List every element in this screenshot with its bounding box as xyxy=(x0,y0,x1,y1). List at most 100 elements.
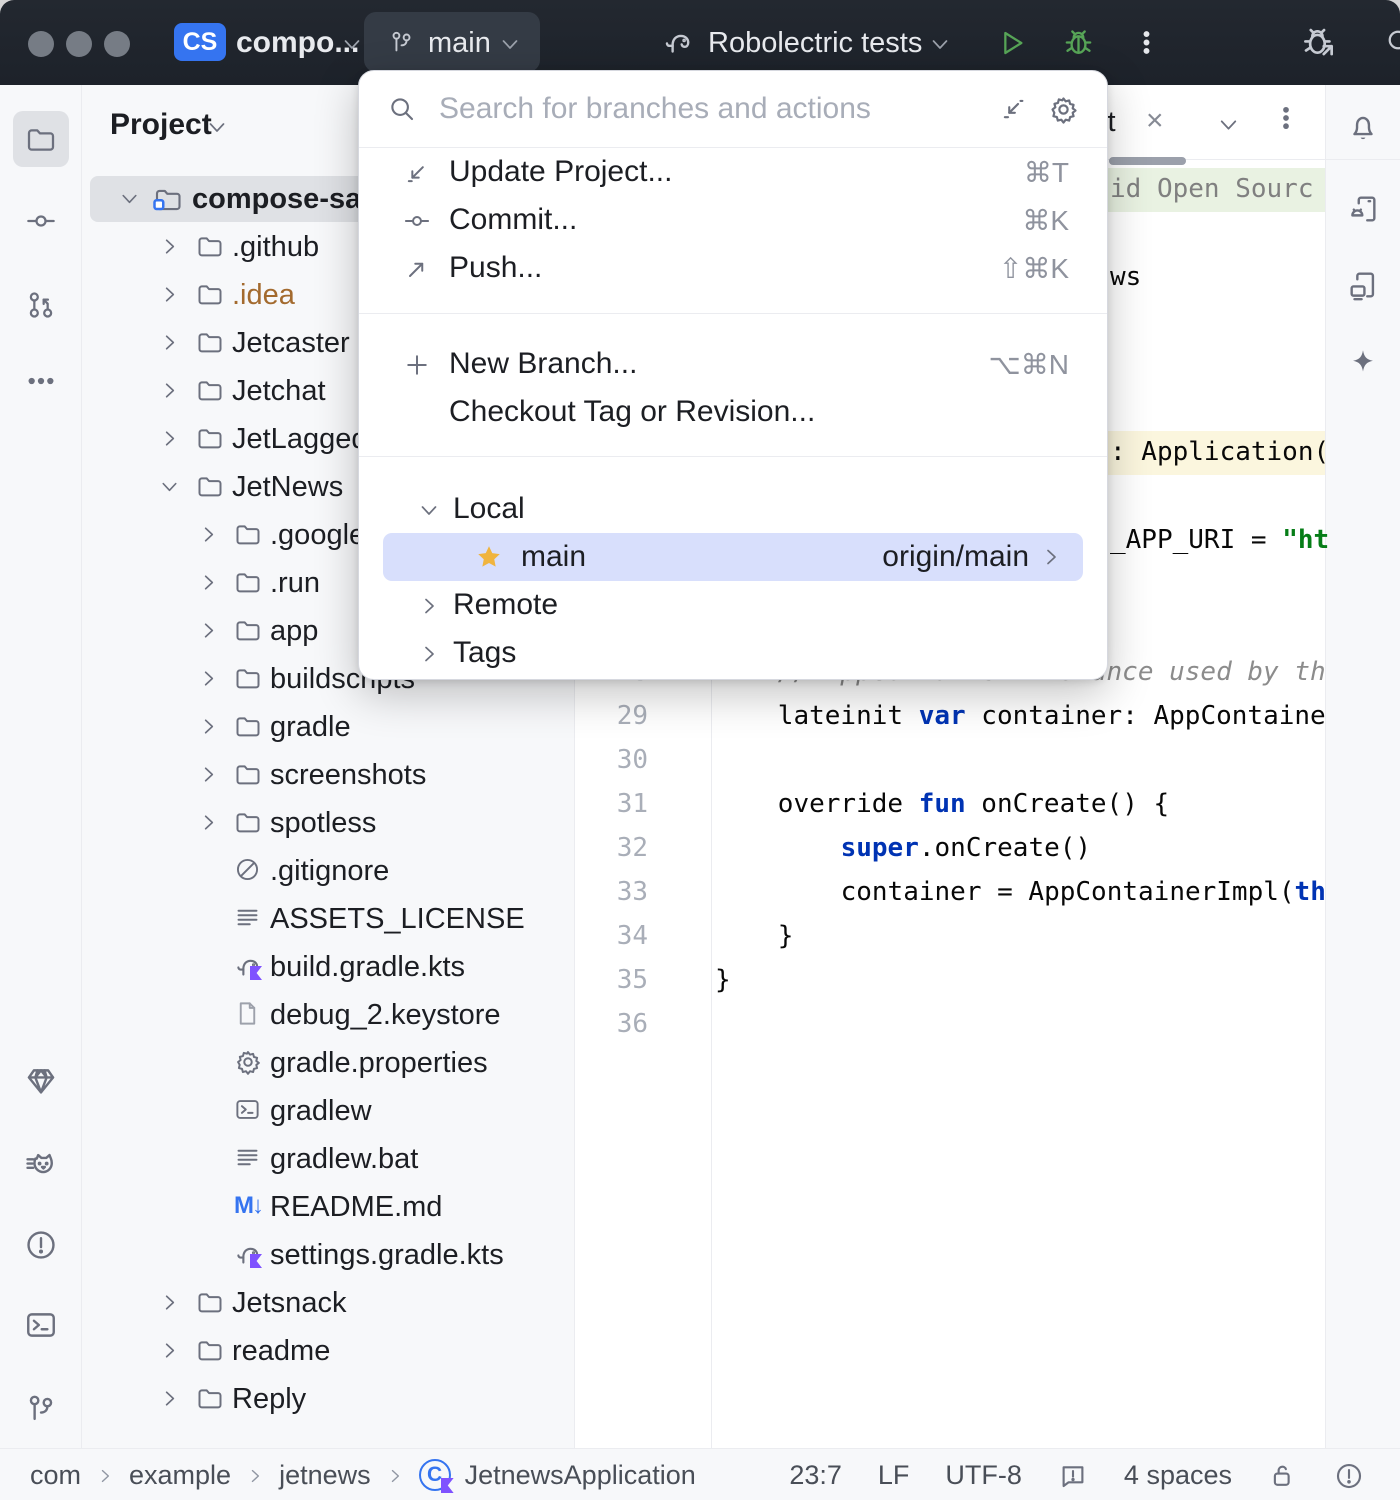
branch-icon xyxy=(388,29,415,56)
local-branches-node[interactable]: Local xyxy=(359,485,1107,533)
chevron-down-icon[interactable] xyxy=(205,115,229,139)
tree-row-spotless[interactable]: spotless xyxy=(90,800,568,846)
tool-rail-more-tool-windows[interactable] xyxy=(13,353,69,409)
line-separator[interactable]: LF xyxy=(878,1460,910,1491)
chevron-right-icon[interactable] xyxy=(158,427,181,450)
tool-rail-app-quality-insights[interactable] xyxy=(13,1053,69,1109)
close-tab-icon[interactable]: × xyxy=(1146,104,1164,138)
error-analysis-widget[interactable] xyxy=(1334,1459,1364,1491)
tree-row-ASSETS_LICENSE[interactable]: ASSETS_LICENSE xyxy=(90,896,568,942)
breadcrumb-segment[interactable]: jetnews xyxy=(279,1460,371,1491)
tree-row-gradlew[interactable]: gradlew xyxy=(90,1088,568,1134)
chevron-right-icon[interactable] xyxy=(197,571,220,594)
breadcrumb-segment[interactable]: example xyxy=(129,1460,231,1491)
chevron-right-icon[interactable] xyxy=(197,523,220,546)
tool-rail-problems[interactable] xyxy=(13,1217,69,1273)
chevron-right-icon[interactable] xyxy=(158,379,181,402)
run-configuration-selector[interactable]: Robolectric tests xyxy=(708,27,922,60)
tool-rail-version-control[interactable] xyxy=(13,1381,69,1437)
caret-position[interactable]: 23:7 xyxy=(789,1460,842,1491)
tags-node[interactable]: Tags xyxy=(359,629,1107,677)
tool-rail-pull-requests[interactable] xyxy=(13,277,69,333)
tree-row-gradle.properties[interactable]: gradle.properties xyxy=(90,1040,568,1086)
tree-row-.gitignore[interactable]: .gitignore xyxy=(90,848,568,894)
tool-rail-terminal[interactable] xyxy=(13,1297,69,1353)
chevron-right-icon[interactable] xyxy=(158,1291,181,1314)
tool-rail-commit[interactable] xyxy=(13,193,69,249)
chevron-right-icon xyxy=(245,1466,265,1486)
chevron-right-icon[interactable] xyxy=(158,235,181,258)
tree-row-gradlew.bat[interactable]: gradlew.bat xyxy=(90,1136,568,1182)
folder-icon xyxy=(196,1384,224,1412)
chevron-down-icon xyxy=(498,32,522,56)
tree-row-Reply[interactable]: Reply xyxy=(90,1376,568,1422)
line-number: 33 xyxy=(575,877,648,907)
chevron-down-icon[interactable] xyxy=(118,187,141,210)
tool-rail-logcat[interactable] xyxy=(13,1137,69,1193)
file-lock-widget[interactable] xyxy=(1268,1459,1298,1491)
unlock-icon xyxy=(1268,1461,1298,1491)
window-minimize-button[interactable] xyxy=(66,31,92,57)
branch-search-input[interactable] xyxy=(437,91,978,127)
tree-row-settings.gradle.kts[interactable]: settings.gradle.kts xyxy=(90,1232,568,1278)
folder-icon xyxy=(196,280,224,308)
chevron-right-icon[interactable] xyxy=(197,619,220,642)
open-in-tool-window-icon[interactable] xyxy=(998,94,1028,124)
run-button[interactable] xyxy=(996,27,1028,59)
chevron-down-icon[interactable] xyxy=(158,475,181,498)
chevron-right-icon[interactable] xyxy=(158,331,181,354)
menu-item-push[interactable]: Push...⇧⌘K xyxy=(359,244,1107,292)
tree-row-README.md[interactable]: M↓README.md xyxy=(90,1184,568,1230)
debug-button[interactable] xyxy=(1062,26,1095,59)
window-zoom-button[interactable] xyxy=(104,31,130,57)
chevron-right-icon[interactable] xyxy=(158,1339,181,1362)
indent-size[interactable]: 4 spaces xyxy=(1124,1460,1232,1491)
project-icon-badge[interactable]: CS xyxy=(174,23,226,61)
tree-item-label: .gitignore xyxy=(270,855,389,888)
menu-item-commit[interactable]: Commit...⌘K xyxy=(359,196,1107,244)
more-actions-button[interactable] xyxy=(1132,28,1161,57)
horizontal-scrollbar-thumb[interactable] xyxy=(1109,157,1186,165)
tree-row-gradle[interactable]: gradle xyxy=(90,704,568,750)
editor-options-icon[interactable] xyxy=(1272,104,1300,132)
branch-item-main[interactable]: main origin/main xyxy=(383,533,1083,581)
chevron-right-icon[interactable] xyxy=(158,283,181,306)
chevron-right-icon[interactable] xyxy=(197,715,220,738)
folder-icon xyxy=(234,568,262,596)
tool-rail-device-manager[interactable] xyxy=(1335,181,1391,237)
tool-rail-notifications[interactable] xyxy=(1335,99,1391,155)
tree-row-build.gradle.kts[interactable]: build.gradle.kts xyxy=(90,944,568,990)
window-close-button[interactable] xyxy=(28,31,54,57)
chevron-right-icon[interactable] xyxy=(197,667,220,690)
folder-icon xyxy=(196,376,224,404)
tree-row-screenshots[interactable]: screenshots xyxy=(90,752,568,798)
menu-item-checkout-tag-or-revision[interactable]: Checkout Tag or Revision... xyxy=(359,388,1107,436)
chevron-right-icon[interactable] xyxy=(197,811,220,834)
tool-rail-gemini-ai[interactable] xyxy=(1335,335,1391,391)
settings-gear-icon[interactable] xyxy=(1048,94,1079,125)
breadcrumb-class[interactable]: JetnewsApplication xyxy=(465,1460,696,1491)
favorite-star-icon xyxy=(475,543,503,571)
notifications-widget[interactable] xyxy=(1058,1459,1088,1491)
menu-item-shortcut: ⌘K xyxy=(1022,204,1069,237)
tree-row-readme[interactable]: readme xyxy=(90,1328,568,1374)
tool-rail-project[interactable] xyxy=(13,111,69,167)
menu-item-update-project[interactable]: Update Project...⌘T xyxy=(359,148,1107,196)
tool-rail-running-devices[interactable] xyxy=(1335,257,1391,313)
code-line-35: } xyxy=(715,965,731,995)
code-line-29: lateinit var container: AppContaine xyxy=(778,701,1326,731)
search-everywhere-icon[interactable] xyxy=(1384,26,1400,58)
breadcrumb-segment[interactable]: com xyxy=(30,1460,81,1491)
tree-item-label: JetNews xyxy=(232,471,343,504)
chev xyxy=(197,667,220,690)
profiler-icon[interactable] xyxy=(1300,24,1338,62)
chevron-right-icon[interactable] xyxy=(197,763,220,786)
file-encoding[interactable]: UTF-8 xyxy=(945,1460,1022,1491)
remote-branches-node[interactable]: Remote xyxy=(359,581,1107,629)
tree-row-Jetsnack[interactable]: Jetsnack xyxy=(90,1280,568,1326)
tree-row-debug_2.keystore[interactable]: debug_2.keystore xyxy=(90,992,568,1038)
chevron-right-icon[interactable] xyxy=(158,1387,181,1410)
menu-item-new-branch[interactable]: New Branch...⌥⌘N xyxy=(359,340,1107,388)
text-file-icon xyxy=(234,904,261,931)
chevron-down-icon[interactable] xyxy=(1216,112,1241,137)
